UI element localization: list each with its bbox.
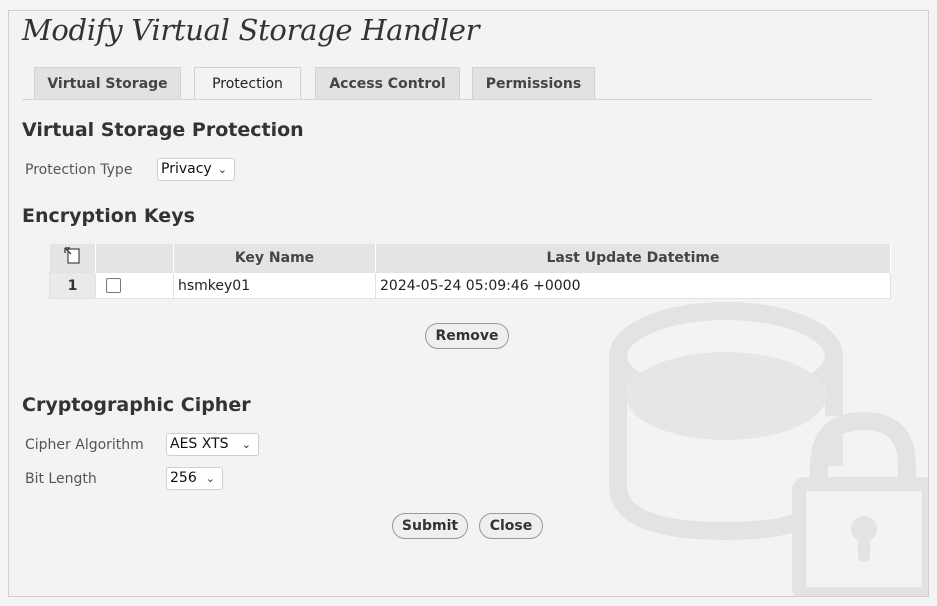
protection-heading: Virtual Storage Protection xyxy=(22,119,304,141)
column-header-key-name[interactable]: Key Name xyxy=(173,244,376,273)
tab-protection[interactable]: Protection xyxy=(194,67,301,99)
cipher-algorithm-label: Cipher Algorithm xyxy=(25,437,144,453)
row-select-cell xyxy=(95,272,174,299)
row-checkbox[interactable] xyxy=(106,278,121,293)
row-number: 1 xyxy=(49,272,96,299)
protection-type-value: Privacy xyxy=(161,161,212,177)
tab-bar: Virtual Storage Protection Access Contro… xyxy=(22,66,872,100)
remove-button[interactable]: Remove xyxy=(425,323,509,349)
chevron-down-icon: ⌄ xyxy=(241,438,251,451)
table-row: 1 hsmkey01 2024-05-24 05:09:46 +0000 xyxy=(49,272,891,299)
key-name-cell: hsmkey01 xyxy=(173,272,376,299)
bit-length-value: 256 xyxy=(170,470,197,486)
last-update-cell: 2024-05-24 05:09:46 +0000 xyxy=(375,272,891,299)
column-chooser-icon[interactable] xyxy=(62,247,82,265)
select-column-header xyxy=(95,244,174,273)
chevron-down-icon: ⌄ xyxy=(205,472,215,485)
tab-permissions[interactable]: Permissions xyxy=(472,67,595,99)
cipher-algorithm-value: AES XTS xyxy=(170,436,229,452)
encryption-keys-heading: Encryption Keys xyxy=(22,205,195,227)
encryption-keys-table: Key Name Last Update Datetime 1 hsmkey01… xyxy=(49,244,891,299)
protection-type-select[interactable]: Privacy ⌄ xyxy=(157,158,235,181)
column-header-last-update[interactable]: Last Update Datetime xyxy=(375,244,891,273)
encrypted-storage-icon xyxy=(609,302,928,596)
tab-access-control[interactable]: Access Control xyxy=(315,67,460,99)
protection-type-label: Protection Type xyxy=(25,162,133,178)
dialog-title: Modify Virtual Storage Handler xyxy=(22,13,480,47)
cipher-heading: Cryptographic Cipher xyxy=(22,394,251,416)
column-chooser-header[interactable] xyxy=(49,244,96,273)
chevron-down-icon: ⌄ xyxy=(217,163,227,176)
close-button[interactable]: Close xyxy=(479,513,543,539)
bit-length-select[interactable]: 256 ⌄ xyxy=(166,467,223,490)
bit-length-label: Bit Length xyxy=(25,471,97,487)
tab-virtual-storage[interactable]: Virtual Storage xyxy=(34,67,181,99)
dialog-panel: Modify Virtual Storage Handler Virtual S… xyxy=(8,10,929,597)
submit-button[interactable]: Submit xyxy=(392,513,468,539)
cipher-algorithm-select[interactable]: AES XTS ⌄ xyxy=(166,433,259,456)
